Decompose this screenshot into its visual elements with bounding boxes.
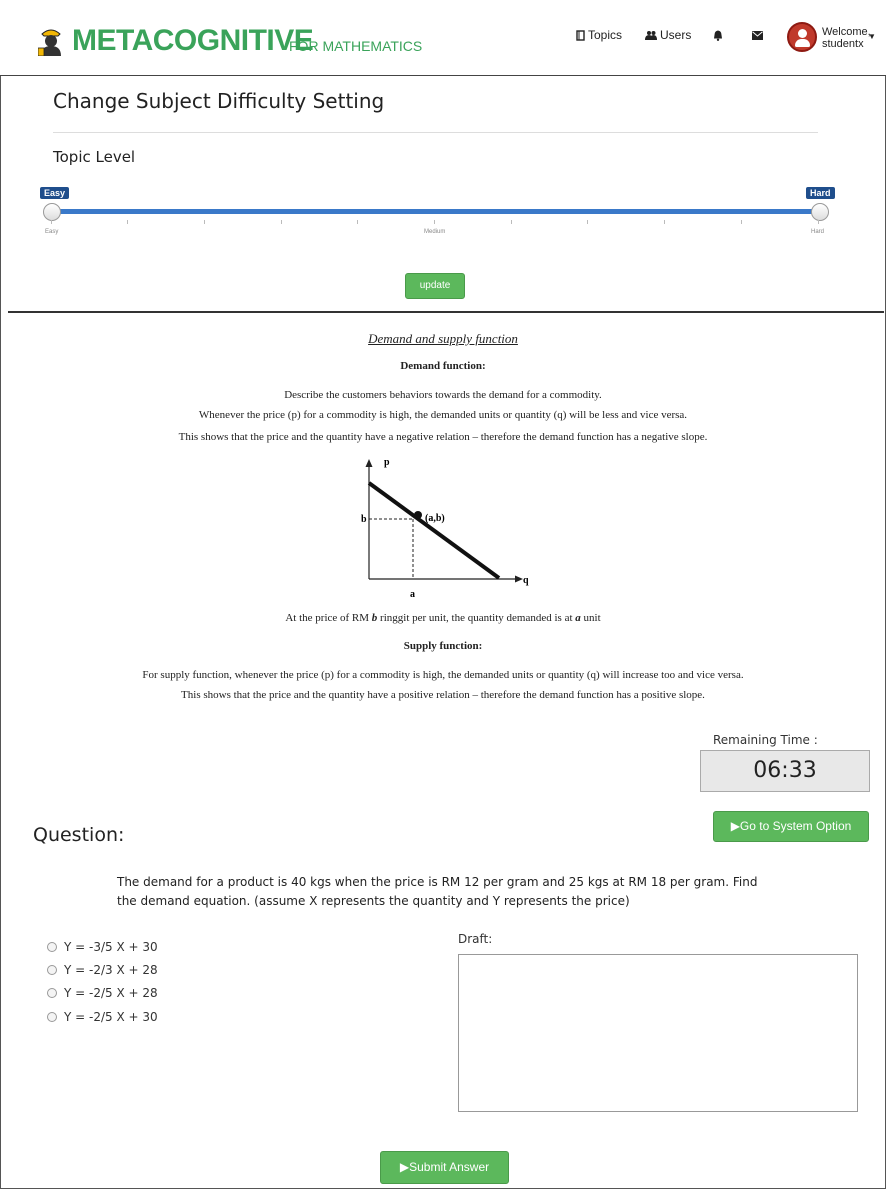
answer-option[interactable]: Y = -2/3 X + 28 [47, 963, 158, 977]
x-axis-label: q [523, 575, 529, 586]
welcome-text: Welcome, [822, 26, 871, 38]
question-title: Question: [33, 824, 125, 846]
demand-line: Whenever the price (p) for a commodity i… [198, 409, 688, 421]
slider-tick [741, 220, 742, 224]
supply-line: This shows that the price and the quanti… [181, 689, 705, 701]
brand-title[interactable]: METACOGNITIVE [72, 24, 314, 58]
username: studentx [822, 38, 864, 50]
brand-subtitle: FOR MATHEMATICS [289, 38, 423, 54]
y-axis-arrow [365, 459, 373, 467]
bell-icon[interactable] [713, 30, 723, 41]
go-to-system-option-label: Go to System Option [739, 819, 852, 833]
question-text: The demand for a product is 40 kgs when … [117, 875, 758, 908]
radio-button[interactable] [47, 965, 57, 975]
easy-badge: Easy [40, 187, 70, 199]
y-axis-label: p [384, 457, 390, 468]
remaining-time-value: 06:33 [700, 750, 870, 792]
slider-tick [357, 220, 358, 224]
slider-tick [664, 220, 665, 224]
caret-down-icon[interactable]: ▼ [868, 32, 876, 41]
supply-line: For supply function, whenever the price … [142, 669, 744, 681]
answer-option-label: Y = -2/5 X + 30 [64, 1010, 158, 1024]
nav-users-label: Users [660, 28, 692, 42]
page-title: Change Subject Difficulty Setting [53, 89, 385, 113]
answer-option-label: Y = -2/5 X + 28 [64, 986, 158, 1000]
section-divider [8, 311, 884, 313]
envelope-icon[interactable] [752, 31, 763, 40]
difficulty-slider-track[interactable] [50, 209, 822, 214]
go-to-system-option-button[interactable]: ▶Go to System Option [713, 811, 869, 842]
hard-badge: Hard [806, 187, 835, 199]
draft-label: Draft: [458, 932, 493, 946]
slider-tick [127, 220, 128, 224]
book-icon [576, 29, 585, 41]
logo-icon [38, 29, 61, 56]
radio-button[interactable] [47, 942, 57, 952]
supply-heading: Supply function: [403, 640, 483, 652]
slider-tick [281, 220, 282, 224]
price-sentence-part: ringgit per unit, the quantity demanded … [377, 612, 576, 624]
a-label: a [410, 589, 415, 600]
price-sentence-part: unit [580, 612, 601, 624]
slider-tick [204, 220, 205, 224]
slider-thumb-low[interactable] [43, 203, 61, 221]
nav-users[interactable]: Users [645, 28, 691, 42]
answer-option[interactable]: Y = -2/5 X + 28 [47, 986, 158, 1000]
slider-tick [434, 220, 435, 224]
play-icon: ▶ [730, 819, 740, 833]
slider-tick [51, 220, 52, 224]
update-button[interactable]: update [405, 273, 465, 299]
content-heading: Demand and supply function [368, 331, 518, 346]
slider-thumb-high[interactable] [811, 203, 829, 221]
price-sentence: At the price of RM b ringgit per unit, t… [0, 612, 886, 624]
point-ab [414, 511, 422, 519]
demand-line: Describe the customers behaviors towards… [284, 389, 602, 401]
radio-button[interactable] [47, 1012, 57, 1022]
answer-option[interactable]: Y = -2/5 X + 30 [47, 1010, 158, 1024]
navbar: METACOGNITIVE FOR MATHEMATICS Topics Use… [0, 0, 886, 76]
play-icon: ▶ [399, 1160, 410, 1174]
demand-line-plot [367, 481, 501, 580]
draft-textarea[interactable] [458, 954, 858, 1112]
nav-topics[interactable]: Topics [576, 28, 622, 42]
price-sentence-part: At the price of RM [285, 612, 372, 624]
welcome-menu[interactable]: Welcome, studentx [822, 26, 871, 50]
answer-option-label: Y = -3/5 X + 30 [64, 940, 158, 954]
x-axis-arrow [515, 575, 523, 583]
divider [53, 132, 818, 133]
point-label: (a,b) [425, 513, 445, 524]
users-icon [645, 31, 657, 40]
b-label: b [361, 514, 367, 525]
submit-answer-label: Submit Answer [409, 1160, 490, 1174]
tick-label-hard: Hard [811, 229, 825, 235]
demand-line: This shows that the price and the quanti… [178, 431, 708, 443]
demand-graph: p q b a (a,b) [361, 457, 529, 600]
topic-level-label: Topic Level [53, 148, 136, 166]
slider-tick [511, 220, 512, 224]
tick-label-medium: Medium [424, 229, 446, 235]
remaining-time-label: Remaining Time : [713, 733, 818, 747]
user-avatar[interactable] [787, 22, 817, 52]
demand-heading: Demand function: [400, 360, 486, 372]
slider-tick [587, 220, 588, 224]
submit-answer-button[interactable]: ▶Submit Answer [380, 1151, 509, 1184]
radio-button[interactable] [47, 988, 57, 998]
nav-topics-label: Topics [588, 28, 623, 42]
answer-option-label: Y = -2/3 X + 28 [64, 963, 158, 977]
tick-label-easy: Easy [45, 229, 59, 235]
slider-tick [818, 220, 819, 224]
answer-option[interactable]: Y = -3/5 X + 30 [47, 940, 158, 954]
